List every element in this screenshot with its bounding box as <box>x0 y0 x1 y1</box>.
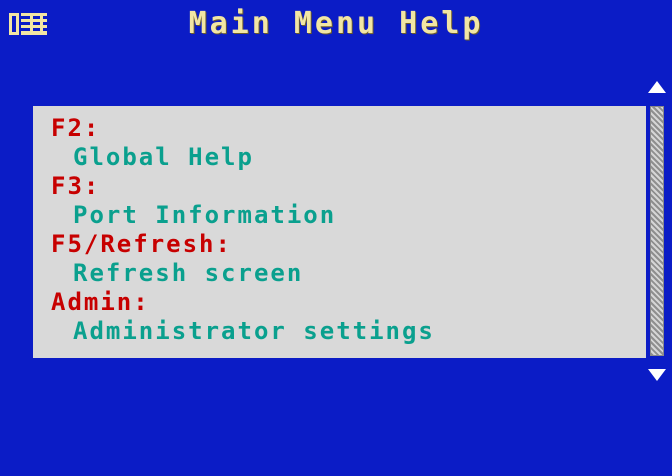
help-description: Global Help <box>73 143 254 171</box>
help-key: F5/Refresh: <box>51 230 232 258</box>
help-description: Administrator settings <box>73 317 435 345</box>
scroll-up-arrow-icon[interactable] <box>647 78 667 96</box>
help-key: F2: <box>51 114 101 142</box>
help-list: F2: Global Help F3: Port Information F5/… <box>51 114 634 346</box>
help-item-f5-refresh: F5/Refresh: Refresh screen <box>51 230 634 288</box>
help-item-f3: F3: Port Information <box>51 172 634 230</box>
scroll-down-arrow-icon[interactable] <box>647 366 667 384</box>
page-title: Main Menu Help <box>188 6 484 41</box>
help-item-f2: F2: Global Help <box>51 114 634 172</box>
help-description: Port Information <box>73 201 337 229</box>
osd-screen: Main Menu Help F2: Global Help F3: Port … <box>0 0 672 476</box>
help-item-admin: Admin: Administrator settings <box>51 288 634 346</box>
help-key: Admin: <box>51 288 150 316</box>
help-description: Refresh screen <box>73 259 304 287</box>
help-key: F3: <box>51 172 101 200</box>
scroll-track[interactable] <box>650 106 664 356</box>
scroll-thumb[interactable] <box>650 106 664 356</box>
help-panel: F2: Global Help F3: Port Information F5/… <box>33 106 646 358</box>
title-bar: Main Menu Help <box>0 0 672 50</box>
vertical-scrollbar[interactable] <box>646 78 668 384</box>
